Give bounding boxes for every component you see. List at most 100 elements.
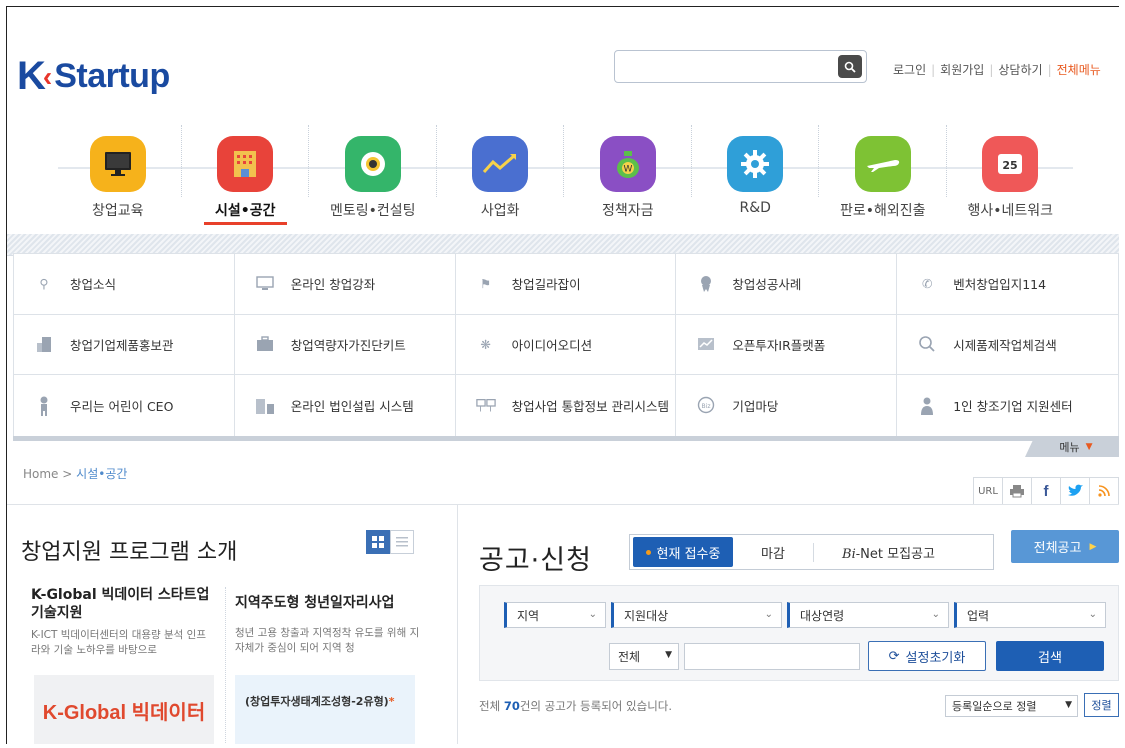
chevron-down-icon: ⌄	[1088, 609, 1097, 620]
reset-filters-button[interactable]: ⟳ 설정초기화	[868, 641, 986, 671]
quick-menu-item[interactable]: 온라인 창업강좌	[234, 254, 456, 315]
nav-item-mentoring[interactable]: 멘토링•컨설팅	[309, 125, 437, 223]
nav-item-events[interactable]: 25 행사•네트워크	[947, 125, 1075, 223]
search-button[interactable]	[838, 55, 862, 78]
nav-item-overseas[interactable]: 판로•해외진출	[819, 125, 947, 223]
tab-closed[interactable]: 마감	[733, 543, 813, 562]
print-button[interactable]	[1002, 477, 1032, 505]
nav-item-commercialization[interactable]: 사업화	[437, 125, 564, 223]
flag-icon: ⚑	[479, 276, 492, 292]
quick-menu-item[interactable]: 1인 창조기업 지원센터	[897, 375, 1118, 436]
sort-select[interactable]: 등록일순으로 정렬 ▼	[945, 695, 1078, 717]
all-announcements-button[interactable]: 전체공고 ▶	[1011, 530, 1119, 563]
site-logo[interactable]: K ‹ Startup	[17, 54, 170, 99]
business-age-select[interactable]: 업력 ⌄	[954, 602, 1106, 628]
monitor-icon	[89, 136, 146, 192]
nav-label: 사업화	[480, 203, 520, 219]
program-card-desc: 청년 고용 창출과 지역정착 유도를 위해 지자체가 중심이 되어 지역 청	[235, 627, 420, 654]
facebook-icon: f	[1043, 482, 1049, 500]
announce-search-button[interactable]: 검색	[996, 641, 1104, 671]
quick-menu-grid: ⚲ 창업소식 온라인 창업강좌 ⚑ 창업길라잡이 창업성공사례 ✆ 벤처창업입지114…	[13, 253, 1119, 437]
nav-item-policy-fund[interactable]: W 정책자금	[564, 125, 692, 223]
quick-menu-item[interactable]: ⚲ 창업소식	[14, 254, 235, 315]
award-icon	[696, 274, 716, 294]
sort-button[interactable]: 정렬	[1084, 693, 1119, 717]
share-toolbar: URL f	[973, 477, 1119, 505]
nav-item-rnd[interactable]: R&D	[692, 125, 819, 223]
active-nav-underline	[203, 222, 287, 225]
signup-link[interactable]: 회원가입	[940, 61, 984, 78]
url-copy-button[interactable]: URL	[973, 477, 1003, 505]
breadcrumb-home[interactable]: Home	[23, 467, 58, 481]
all-menu-link[interactable]: 전체메뉴	[1057, 61, 1101, 78]
region-select[interactable]: 지역 ⌄	[504, 602, 606, 628]
network-icon	[475, 396, 496, 416]
quick-menu-item[interactable]: 온라인 법인설립 시스템	[235, 375, 456, 436]
quick-menu-item[interactable]: ⚑ 창업길라잡이	[455, 254, 677, 315]
scope-select[interactable]: 전체 ▼	[609, 643, 679, 670]
keyword-input[interactable]	[684, 643, 860, 670]
calendar-icon: 25	[982, 136, 1039, 192]
quick-menu-item[interactable]: ✆ 벤처창업입지114	[897, 254, 1118, 315]
site-search	[614, 50, 867, 83]
money-bag-icon: W	[599, 136, 656, 192]
program-banner-bigdata[interactable]: K-Global 빅데이터	[34, 675, 214, 744]
search-input[interactable]	[621, 56, 831, 78]
menu-toggle-tab[interactable]: 메뉴 ▼	[1025, 437, 1119, 457]
program-card-title: K-Global 빅데이터 스타트업 기술지원	[31, 587, 210, 621]
quick-menu-item[interactable]: 시제품제작업체검색	[897, 315, 1118, 376]
grid-view-button[interactable]	[366, 530, 390, 554]
program-card[interactable]: K-Global 빅데이터 스타트업 기술지원 K-ICT 빅데이터센터의 대용…	[31, 586, 213, 658]
triangle-down-icon: ▼	[1085, 442, 1093, 452]
facebook-share-button[interactable]: f	[1031, 477, 1061, 505]
nav-label: 정책자금	[601, 203, 654, 219]
svg-text:25: 25	[1003, 159, 1018, 172]
quick-menu-item[interactable]: 우리는 어린이 CEO	[14, 375, 235, 436]
nav-label: 행사•네트워크	[967, 203, 1054, 219]
speech-icon: Biz	[696, 396, 716, 416]
kit-icon	[255, 334, 275, 354]
breadcrumb: Home > 시설•공간	[23, 467, 128, 481]
list-view-button[interactable]	[390, 530, 414, 554]
program-banner-youth[interactable]: (창업투자생태계조성형-2유형)*	[235, 675, 415, 744]
program-section-title: 창업지원 프로그램 소개	[21, 540, 238, 565]
rss-button[interactable]	[1089, 477, 1119, 505]
target-select[interactable]: 지원대상 ⌄	[611, 602, 782, 628]
print-icon	[1010, 485, 1024, 498]
quick-menu-item[interactable]: 오픈투자IR플랫폼	[676, 314, 898, 376]
announce-title: 공고·신청	[479, 545, 592, 576]
main-nav: 창업교육 시설•공간 멘토링•컨설팅 사업화 W 정책자금 R&D 판로•해외진…	[54, 125, 1075, 225]
age-select[interactable]: 대상연령 ⌄	[787, 602, 949, 628]
section-divider	[7, 504, 1119, 505]
login-link[interactable]: 로그인	[893, 61, 926, 78]
quick-menu-item[interactable]: ❋ 아이디어오디션	[455, 314, 677, 376]
quick-menu-item[interactable]: 창업기업제품홍보관	[14, 314, 235, 376]
logo-k: K	[17, 54, 46, 98]
chevron-down-icon: ⌄	[588, 609, 597, 620]
twitter-icon	[1068, 484, 1083, 496]
nav-item-startup-education[interactable]: 창업교육	[54, 125, 182, 223]
filter-panel: 지역 ⌄ 지원대상 ⌄ 대상연령 ⌄ 업력 ⌄ 전체 ▼ ⟳ 설정초기화 검색	[479, 585, 1119, 681]
quick-menu-item[interactable]: Biz 기업마당	[676, 375, 898, 436]
chart-icon	[696, 334, 716, 354]
quick-menu-item[interactable]: 창업사업 통합정보 관리시스템	[456, 375, 677, 436]
twitter-share-button[interactable]	[1060, 477, 1090, 505]
quick-menu-item[interactable]: 창업성공사례	[676, 254, 898, 315]
consult-link[interactable]: 상담하기	[998, 61, 1042, 78]
card-divider	[225, 587, 226, 744]
eye-icon	[344, 136, 401, 192]
nav-item-facility-space[interactable]: 시설•공간	[182, 125, 309, 225]
svg-text:Biz: Biz	[702, 403, 711, 410]
person-icon	[917, 396, 937, 416]
quick-menu-item[interactable]: 창업역량자가진단키트	[234, 314, 456, 376]
breadcrumb-current[interactable]: 시설•공간	[76, 467, 127, 481]
tab-open[interactable]: 현재 접수중	[633, 537, 733, 567]
announce-tabs: 현재 접수중 마감 Bi-Net 모집공고	[629, 534, 994, 570]
program-card[interactable]: 지역주도형 청년일자리사업 청년 고용 창출과 지역정착 유도를 위해 지자체가…	[235, 594, 421, 656]
triangle-down-icon: ▼	[1065, 700, 1072, 710]
nav-label: 멘토링•컨설팅	[329, 203, 416, 219]
office-icon	[255, 396, 275, 416]
quick-menu-bar	[13, 436, 1119, 441]
tab-binet[interactable]: Bi-Net 모집공고	[813, 542, 963, 562]
microphone-icon: ⚲	[39, 276, 49, 292]
